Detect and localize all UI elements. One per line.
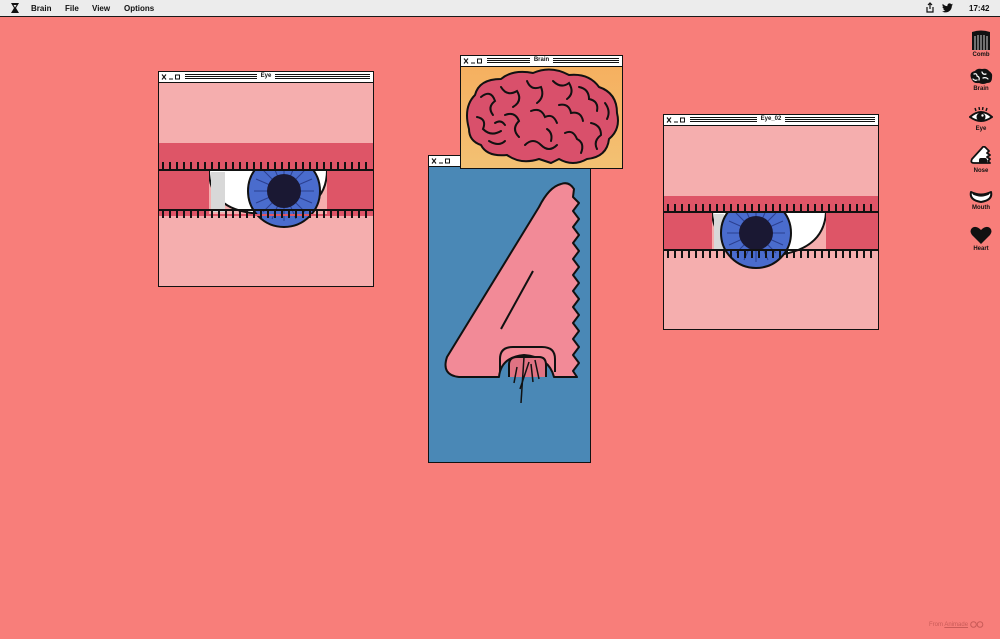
dock-item-nose[interactable]: Nose [966, 146, 996, 174]
nose-window[interactable] [428, 155, 591, 463]
dock-label: Nose [973, 168, 989, 174]
dock-item-eye[interactable]: Eye [966, 107, 996, 132]
eye-02-artwork [664, 126, 878, 329]
eye-window[interactable]: Eye [158, 71, 374, 287]
eye-icon [969, 107, 993, 122]
nose-icon [970, 146, 991, 164]
dock-item-mouth[interactable]: Mouth [966, 188, 996, 211]
window-title: Brain [529, 57, 554, 63]
dock-label: Eye [975, 126, 987, 132]
clock: 17:42 [969, 4, 990, 13]
dock-label: Heart [973, 246, 989, 252]
comb-icon [972, 30, 990, 50]
credit-prefix: From [929, 622, 943, 629]
dock-item-heart[interactable]: Heart [966, 226, 996, 252]
mouth-icon [969, 191, 993, 203]
credit-link[interactable]: Animade [944, 622, 968, 628]
window-title: Eye_02 [756, 116, 786, 122]
menu-options[interactable]: Options [124, 4, 154, 13]
nose-artwork [429, 167, 590, 462]
brain-icon [970, 68, 993, 84]
animade-logo-icon [969, 621, 984, 628]
dock-item-brain[interactable]: Brain [966, 68, 996, 92]
dock-label: Comb [972, 52, 990, 58]
credit-footer: From Animade [929, 621, 984, 628]
window-titlebar[interactable]: Brain [461, 56, 622, 67]
window-titlebar[interactable]: Eye [159, 72, 373, 83]
twitter-icon[interactable] [942, 3, 953, 13]
dock-label: Mouth [972, 205, 990, 211]
window-titlebar[interactable]: Eye_02 [664, 115, 878, 126]
eye-artwork [159, 83, 373, 286]
menu-view[interactable]: View [92, 4, 110, 13]
menu-file[interactable]: File [65, 4, 79, 13]
dock-item-comb[interactable]: Comb [966, 29, 996, 58]
share-icon[interactable] [925, 2, 935, 13]
brain-window[interactable]: Brain [460, 55, 623, 169]
window-title: Eye [256, 73, 276, 79]
x-logo-icon[interactable] [9, 2, 21, 14]
eye-02-window[interactable]: Eye_02 [663, 114, 879, 330]
dock-label: Brain [973, 86, 989, 92]
menu-app-name[interactable]: Brain [31, 4, 51, 13]
heart-icon [970, 226, 992, 244]
menu-bar: Brain File View Options 17:42 [0, 0, 1000, 17]
brain-artwork [461, 67, 622, 168]
